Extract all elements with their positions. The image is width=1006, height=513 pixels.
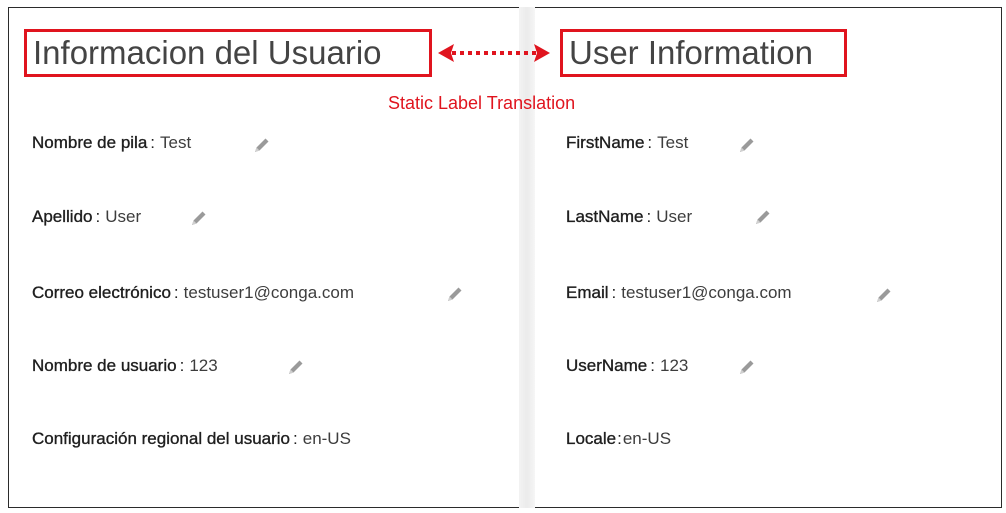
field-locale: Locale : en-US <box>566 429 671 449</box>
field-label: Nombre de usuario <box>32 356 177 375</box>
field-label: Email <box>566 283 609 302</box>
right-panel-title-text: User Information <box>569 34 813 71</box>
field-correo-electronico: Correo electrónico : testuser1@conga.com <box>32 283 354 303</box>
pencil-icon[interactable] <box>753 207 773 227</box>
field-label: Nombre de pila <box>32 133 148 152</box>
left-panel-title-text: Informacion del Usuario <box>33 34 382 71</box>
field-separator: : <box>293 429 298 448</box>
pencil-icon[interactable] <box>737 135 757 155</box>
pencil-icon[interactable] <box>737 357 757 377</box>
field-separator: : <box>173 283 179 302</box>
field-username: UserName : 123 <box>566 356 689 376</box>
field-value: en-US <box>302 429 351 448</box>
field-configuracion-regional: Configuración regional del usuario : en-… <box>32 429 351 449</box>
field-lastname: LastName : User <box>566 207 692 227</box>
field-label: Configuración regional del usuario <box>32 429 290 448</box>
field-label: Correo electrónico <box>32 283 171 302</box>
field-separator: : <box>646 207 652 226</box>
field-email: Email : testuser1@conga.com <box>566 283 792 303</box>
field-value: 123 <box>189 356 218 375</box>
field-value: User <box>105 207 142 226</box>
field-value: Test <box>160 133 192 152</box>
field-label: Locale <box>566 429 617 448</box>
field-separator: : <box>650 356 655 375</box>
right-panel-title: User Information <box>560 29 847 77</box>
panel-divider <box>519 7 535 508</box>
field-value: testuser1@conga.com <box>621 283 792 302</box>
field-value: 123 <box>659 356 689 375</box>
double-arrow-icon <box>438 44 550 62</box>
field-separator: : <box>611 283 617 302</box>
field-separator: : <box>95 207 101 226</box>
left-panel-title: Informacion del Usuario <box>24 29 432 77</box>
field-firstname: FirstName : Test <box>566 133 689 153</box>
annotation-label: Static Label Translation <box>388 93 576 113</box>
field-nombre-de-pila: Nombre de pila : Test <box>32 133 191 153</box>
field-separator: : <box>617 429 622 448</box>
pencil-icon[interactable] <box>445 284 465 304</box>
field-value: testuser1@conga.com <box>183 283 354 302</box>
field-label: Apellido <box>32 207 93 226</box>
field-nombre-de-usuario: Nombre de usuario : 123 <box>32 356 218 376</box>
field-value: Test <box>657 133 689 152</box>
field-label: LastName <box>566 207 644 226</box>
field-value: User <box>656 207 693 226</box>
field-separator: : <box>179 356 185 375</box>
pencil-icon[interactable] <box>874 285 894 305</box>
field-value: en-US <box>622 429 672 448</box>
pencil-icon[interactable] <box>189 208 209 228</box>
pencil-icon[interactable] <box>252 135 272 155</box>
field-apellido: Apellido : User <box>32 207 141 227</box>
field-label: FirstName <box>566 133 645 152</box>
field-label: UserName <box>566 356 648 375</box>
field-separator: : <box>647 133 653 152</box>
field-separator: : <box>150 133 156 152</box>
pencil-icon[interactable] <box>286 357 306 377</box>
